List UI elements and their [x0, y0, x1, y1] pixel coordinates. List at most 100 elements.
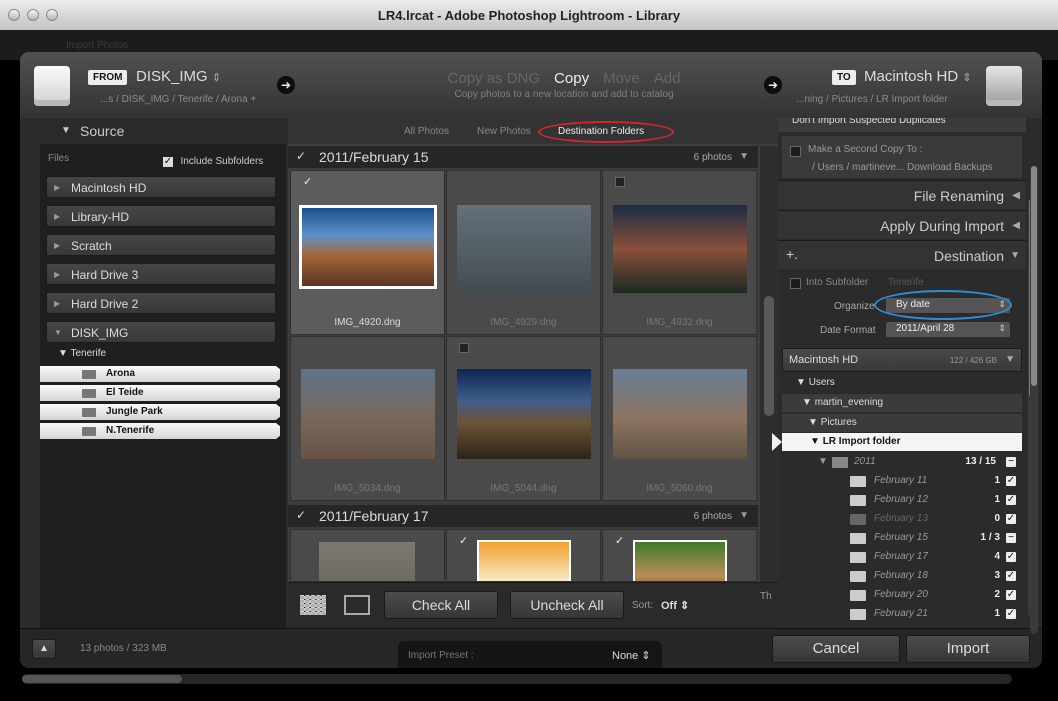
import-footer: ▲ 13 photos / 323 MB Import Preset : Non…: [20, 628, 1042, 668]
drive-scratch[interactable]: ▶ Scratch: [46, 234, 276, 256]
check-icon[interactable]: ✓: [296, 149, 306, 163]
source-name[interactable]: DISK_IMG ⇕: [136, 68, 221, 85]
check-icon[interactable]: ✓: [1006, 590, 1016, 600]
grid-view-icon[interactable]: [300, 595, 326, 615]
tree-folder-february-18[interactable]: February 18 3 ✓: [782, 567, 1022, 585]
drive-disk-img[interactable]: ▼ DISK_IMG: [46, 321, 276, 343]
mode-move[interactable]: Move: [603, 70, 640, 87]
checkbox[interactable]: [790, 146, 801, 157]
folder-tenerife[interactable]: ▼ Tenerife: [58, 348, 106, 359]
check-icon[interactable]: ✓: [459, 536, 469, 547]
second-copy-section[interactable]: Make a Second Copy To : / Users / martin…: [782, 136, 1022, 178]
tree-folder-february-12[interactable]: February 12 1 ✓: [782, 491, 1022, 509]
photo-cell[interactable]: IMG_5044.dng: [446, 336, 601, 501]
check-icon[interactable]: ✓: [296, 508, 306, 522]
folder-jungle-park[interactable]: Jungle Park: [40, 404, 286, 420]
loupe-view-icon[interactable]: [344, 595, 370, 615]
mode-copy-as-dng[interactable]: Copy as DNG: [448, 70, 541, 87]
collapse-triangle-icon[interactable]: ▼: [739, 510, 749, 521]
into-subfolder-checkbox[interactable]: [790, 278, 801, 289]
date-format-dropdown[interactable]: 2011/April 28 ⇕: [886, 322, 1010, 337]
tree-folder-february-13[interactable]: February 13 0 ✓: [782, 510, 1022, 528]
minus-icon[interactable]: −: [1006, 533, 1016, 543]
check-icon[interactable]: ✓: [303, 177, 313, 188]
minus-icon[interactable]: −: [1006, 457, 1016, 467]
group-header-feb-17[interactable]: ✓ 2011/February 17 6 photos ▼: [288, 505, 758, 527]
photo-cell[interactable]: [290, 529, 445, 582]
tree-folder-martin-evening[interactable]: ▼ martin_evening: [782, 394, 1022, 412]
tree-folder-february-17[interactable]: February 17 4 ✓: [782, 548, 1022, 566]
photo-cell[interactable]: ✓ IMG_4920.dng: [290, 170, 445, 335]
expand-triangle-icon: ▶: [54, 270, 61, 279]
check-icon[interactable]: ✓: [1006, 552, 1016, 562]
folder-icon: [850, 552, 866, 563]
check-icon[interactable]: ✓: [1006, 495, 1016, 505]
collapse-triangle-icon[interactable]: ▼: [739, 151, 749, 162]
window-scrollbar[interactable]: [1030, 166, 1038, 634]
tree-folder-pictures[interactable]: ▼ Pictures: [782, 414, 1022, 432]
drive-hard-drive-2[interactable]: ▶ Hard Drive 2: [46, 292, 276, 314]
check-icon[interactable]: ✓: [1006, 476, 1016, 486]
import-preset-dropdown[interactable]: None ⇕: [612, 649, 651, 662]
destination-name[interactable]: Macintosh HD ⇕: [864, 68, 972, 85]
window-scroll-thumb[interactable]: [1031, 166, 1037, 386]
photo-cell[interactable]: IMG_5034.dng: [290, 336, 445, 501]
add-folder-icon[interactable]: +.: [786, 246, 798, 262]
file-renaming-header[interactable]: File Renaming ◀: [778, 180, 1026, 209]
grid-scrollbar[interactable]: [760, 146, 778, 582]
photo-cell[interactable]: IMG_5060.dng: [602, 336, 757, 501]
collapse-dialog-button[interactable]: ▲: [32, 639, 56, 659]
tree-folder-february-21[interactable]: February 21 1 ✓: [782, 605, 1022, 623]
mode-copy[interactable]: Copy: [554, 70, 589, 87]
volume-macintosh-hd[interactable]: Macintosh HD 122 / 426 GB ▼: [782, 348, 1022, 372]
horizontal-scroll-thumb[interactable]: [22, 675, 182, 683]
check-icon[interactable]: ✓: [615, 536, 625, 547]
check-icon[interactable]: ✓: [1006, 571, 1016, 581]
photo-cell[interactable]: ✓: [446, 529, 601, 582]
uncheck-all-button[interactable]: Uncheck All: [510, 591, 624, 619]
folder-el-teide[interactable]: El Teide: [40, 385, 286, 401]
checkbox[interactable]: [459, 343, 469, 353]
photo-thumbnail: [457, 205, 591, 293]
source-panel-header[interactable]: ▼ Source: [40, 118, 286, 144]
drive-hard-drive-3[interactable]: ▶ Hard Drive 3: [46, 263, 276, 285]
folder-icon: [850, 533, 866, 544]
tree-folder-2011[interactable]: ▼ 2011 13 / 15 −: [782, 453, 1022, 471]
collapse-triangle-icon: ▼: [61, 125, 71, 136]
dont-import-duplicates-option[interactable]: Don't Import Suspected Duplicates: [778, 118, 1026, 132]
destination-panel: Don't Import Suspected Duplicates Make a…: [772, 118, 1040, 628]
mode-add[interactable]: Add: [654, 70, 681, 87]
drive-library-hd[interactable]: ▶ Library-HD: [46, 205, 276, 227]
horizontal-scrollbar[interactable]: [22, 674, 1012, 684]
include-subfolders-checkbox[interactable]: ✓ Include Subfolders: [163, 151, 263, 169]
import-button[interactable]: Import: [906, 635, 1030, 663]
tree-folder-february-15[interactable]: February 15 1 / 3 −: [782, 529, 1022, 547]
group-header-feb-15[interactable]: ✓ 2011/February 15 6 photos ▼: [288, 146, 758, 168]
drive-macintosh-hd[interactable]: ▶ Macintosh HD: [46, 176, 276, 198]
tab-all-photos[interactable]: All Photos: [404, 126, 449, 137]
destination-drive-icon[interactable]: [986, 66, 1022, 106]
photo-cell[interactable]: IMG_4929.dng: [446, 170, 601, 335]
into-subfolder-label: Into Subfolder: [806, 277, 869, 288]
cancel-button[interactable]: Cancel: [772, 635, 900, 663]
checkbox[interactable]: [615, 177, 625, 187]
check-icon[interactable]: ✓: [1006, 609, 1016, 619]
tree-folder-february-11[interactable]: February 11 1 ✓: [782, 472, 1022, 490]
check-all-button[interactable]: Check All: [384, 591, 498, 619]
folder-arona[interactable]: Arona: [40, 366, 286, 382]
import-preset-bar[interactable]: Import Preset : None ⇕: [398, 641, 662, 668]
sort-dropdown[interactable]: Off ⇕: [661, 599, 689, 612]
photo-cell[interactable]: ✓: [602, 529, 757, 582]
check-icon[interactable]: ✓: [1006, 514, 1016, 524]
tree-folder-february-20[interactable]: February 20 2 ✓: [782, 586, 1022, 604]
apply-during-import-header[interactable]: Apply During Import ◀: [778, 210, 1026, 239]
tree-folder-users[interactable]: ▼ Users: [782, 374, 1022, 392]
subfolder-name-field[interactable]: Tenerife: [888, 277, 924, 288]
tree-folder-lr-import-folder[interactable]: ▼ LR Import folder: [782, 433, 1022, 451]
grid-scroll-thumb[interactable]: [764, 296, 774, 416]
folder-n-tenerife[interactable]: N.Tenerife: [40, 423, 286, 439]
tab-new-photos[interactable]: New Photos: [477, 126, 531, 137]
destination-header[interactable]: +. Destination ▼: [778, 240, 1026, 269]
photo-cell[interactable]: IMG_4932.dng: [602, 170, 757, 335]
source-drive-icon[interactable]: [34, 66, 70, 106]
